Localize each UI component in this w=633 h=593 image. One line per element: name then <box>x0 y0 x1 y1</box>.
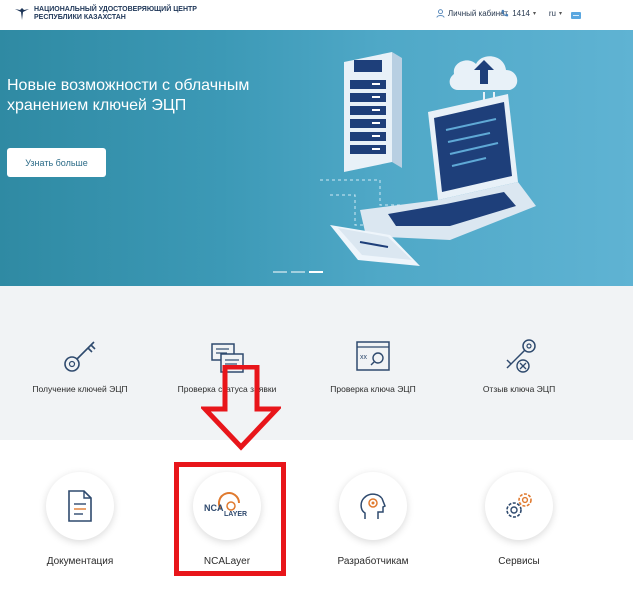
user-icon <box>436 9 445 18</box>
tile-circle <box>46 472 114 540</box>
red-highlight-box-annotation <box>174 462 286 576</box>
hero-title: Новые возможности с облачным хранением к… <box>7 77 250 114</box>
language-dropdown[interactable]: ru ▾ <box>549 9 562 18</box>
page: НАЦИОНАЛЬНЫЙ УДОСТОВЕРЯЮЩИЙ ЦЕНТР РЕСПУБ… <box>0 0 633 593</box>
resources-section: Документация NCA LAYER NCALayer Разработ… <box>0 440 633 593</box>
phone-icon <box>501 9 509 17</box>
service-label: Получение ключей ЭЦП <box>32 384 128 394</box>
personal-cabinet-label: Личный кабинет <box>447 9 508 18</box>
phone-number: 1414 <box>512 9 530 18</box>
tile-circle <box>485 472 553 540</box>
slider-dot-active[interactable] <box>309 271 323 273</box>
tile-label: Сервисы <box>498 556 540 567</box>
kazakhstan-flag-icon[interactable] <box>571 12 581 19</box>
logo-line-1: НАЦИОНАЛЬНЫЙ УДОСТОВЕРЯЮЩИЙ ЦЕНТР <box>34 6 197 13</box>
hero-banner: Новые возможности с облачным хранением к… <box>0 30 633 286</box>
red-arrow-down-annotation <box>201 365 281 451</box>
service-label: Отзыв ключа ЭЦП <box>482 384 556 394</box>
tile-label: Разработчикам <box>337 556 409 567</box>
key-revoke-icon <box>506 339 536 373</box>
personal-cabinet-link[interactable]: Личный кабинет <box>436 9 508 18</box>
phone-dropdown[interactable]: 1414 ▾ <box>500 9 536 18</box>
service-get-keys[interactable]: Получение ключей ЭЦП <box>5 336 155 394</box>
slider-dot[interactable] <box>273 271 287 273</box>
slider-dot[interactable] <box>291 271 305 273</box>
logo-line-2: РЕСПУБЛИКИ КАЗАХСТАН <box>34 14 126 21</box>
tile-documentation[interactable]: Документация <box>5 472 155 567</box>
chevron-down-icon: ▾ <box>532 11 536 17</box>
header: НАЦИОНАЛЬНЫЙ УДОСТОВЕРЯЮЩИЙ ЦЕНТР РЕСПУБ… <box>0 0 633 30</box>
chevron-down-icon: ▾ <box>558 11 562 17</box>
certificate-icon: xx <box>356 341 390 371</box>
language-label: ru <box>548 9 556 18</box>
developer-head-icon <box>360 493 386 519</box>
svg-text:xx: xx <box>360 354 368 361</box>
services-band: Получение ключей ЭЦП Проверка статуса за… <box>0 286 633 440</box>
tile-circle <box>339 472 407 540</box>
document-icon <box>68 490 92 522</box>
tile-services[interactable]: Сервисы <box>444 472 594 567</box>
logo[interactable]: НАЦИОНАЛЬНЫЙ УДОСТОВЕРЯЮЩИЙ ЦЕНТР РЕСПУБ… <box>14 6 197 22</box>
service-label: Проверка ключа ЭЦП <box>330 384 416 394</box>
tile-label: Документация <box>46 556 114 567</box>
eagle-logo-icon <box>15 8 29 20</box>
key-icon <box>64 341 96 372</box>
gears-icon <box>506 493 532 518</box>
tile-developers[interactable]: Разработчикам <box>298 472 448 567</box>
cloud-server-laptop-illustration <box>320 52 536 266</box>
service-check-key[interactable]: xx Проверка ключа ЭЦП <box>298 336 448 394</box>
service-revoke-key[interactable]: Отзыв ключа ЭЦП <box>444 336 594 394</box>
learn-more-button[interactable]: Узнать больше <box>7 148 106 177</box>
slider-dots <box>273 271 323 273</box>
